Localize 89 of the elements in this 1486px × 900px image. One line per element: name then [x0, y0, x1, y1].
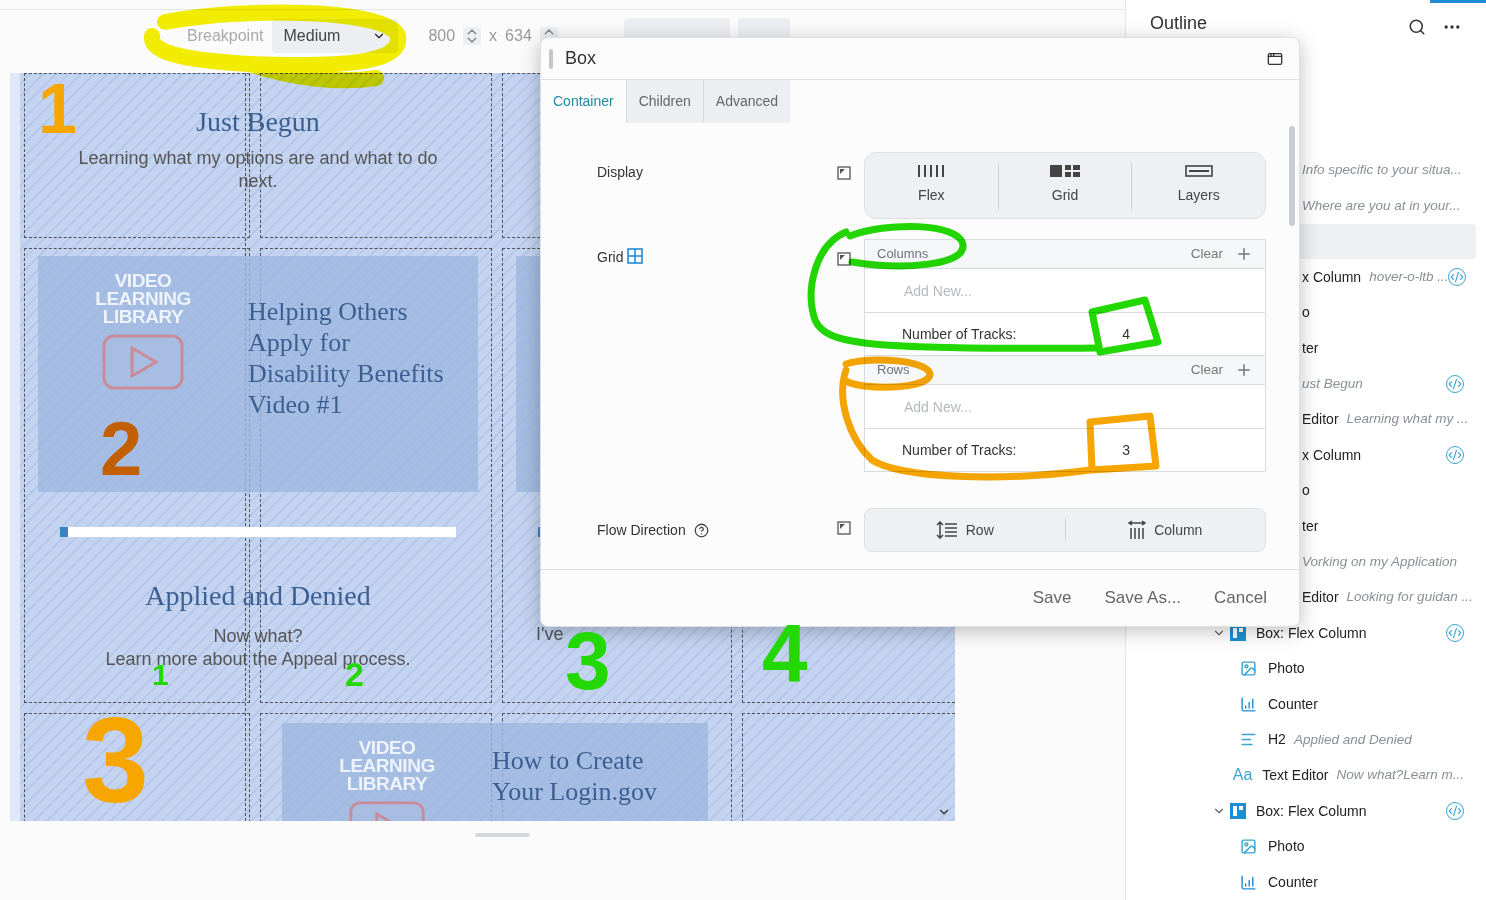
display-option[interactable]: Grid — [997, 161, 1132, 210]
handwritten-number: 3 — [565, 620, 611, 702]
add-icon[interactable] — [1235, 361, 1253, 379]
outline-label: o — [1302, 481, 1310, 501]
column-direction-icon — [1128, 520, 1147, 540]
video-title: How to Create Your Login.gov — [492, 745, 658, 808]
dialog-title: Box — [565, 47, 597, 70]
outline-note: ust Begun — [1302, 374, 1363, 393]
add-icon[interactable] — [1235, 245, 1253, 263]
outline-label: Box: Flex Column — [1256, 623, 1367, 643]
size-separator: x — [489, 26, 498, 46]
outline-item[interactable]: Counter — [1126, 686, 1476, 723]
handwritten-number: 2 — [100, 411, 143, 487]
box-layout-icon — [1230, 803, 1246, 819]
outline-item[interactable]: H2 Applied and Denied — [1126, 722, 1476, 758]
handwritten-number: 3 — [82, 700, 149, 820]
section-heading: Just Begun — [196, 105, 320, 139]
toggle-icon[interactable] — [837, 252, 851, 266]
direction-option[interactable]: Row — [865, 518, 1065, 542]
outline-label: Counter — [1268, 872, 1318, 892]
video-title: Helping Others Apply for Disability Benefits Video #1 — [248, 296, 445, 421]
field-label: Grid — [597, 248, 624, 267]
display-option[interactable]: Layers — [1131, 161, 1265, 210]
outline-item[interactable]: Counter — [1126, 864, 1476, 900]
outline-label: Counter — [1268, 694, 1318, 714]
toggle-icon[interactable] — [837, 166, 851, 180]
bar-chart-icon — [1240, 695, 1257, 713]
outline-note: Learning what my ... — [1346, 410, 1469, 429]
outline-item[interactable]: Photo — [1126, 828, 1476, 865]
outline-label: Photo — [1268, 837, 1305, 857]
outline-item[interactable]: Photo — [1126, 650, 1476, 687]
outline-note: Info specific to your situa... — [1302, 161, 1462, 180]
tracks-label: Number of Tracks: — [902, 440, 1017, 460]
dialog-tab[interactable]: Advanced — [702, 80, 791, 123]
outline-label: o — [1302, 303, 1310, 323]
dialog-tab[interactable]: Children — [625, 80, 703, 123]
outline-label: x Column — [1302, 267, 1362, 287]
bars-icon — [916, 165, 947, 177]
tracks-value[interactable]: 3 — [1122, 439, 1130, 461]
card-text: I've — [536, 623, 565, 646]
stepper-icon[interactable] — [463, 27, 482, 45]
bar-chart-icon — [1240, 873, 1257, 891]
search-icon[interactable] — [1408, 17, 1426, 36]
help-icon[interactable] — [693, 522, 709, 538]
maximize-icon[interactable] — [1267, 50, 1283, 67]
thumbnail-caption: VIDEO LEARNING LIBRARY — [94, 272, 192, 326]
footer-button[interactable]: Save — [1032, 585, 1072, 611]
clear-button[interactable]: Clear — [1190, 359, 1223, 381]
layers-icon — [1184, 165, 1213, 177]
toggle-icon[interactable] — [837, 521, 851, 535]
tracks-label: Number of Tracks: — [902, 324, 1017, 344]
outline-note: Now what?Learn m... — [1336, 766, 1464, 785]
thumbnail-caption: VIDEO LEARNING LIBRARY — [338, 739, 436, 793]
outline-label: Photo — [1268, 659, 1305, 679]
outline-item[interactable]: Box: Flex Column — [1126, 793, 1476, 829]
section-title: Columns — [877, 245, 929, 264]
grid-blocks-icon — [1050, 165, 1080, 177]
grid-icon — [627, 248, 644, 264]
outline-label: Box: Flex Column — [1256, 801, 1367, 821]
panel-title: Outline — [1150, 11, 1208, 35]
outline-note: hover-o-ltb ... — [1369, 268, 1449, 286]
outline-label: ter — [1302, 338, 1319, 358]
photo-icon — [1240, 660, 1257, 678]
outline-label: Text Editor — [1262, 765, 1329, 785]
footer-button[interactable]: Cancel — [1214, 585, 1267, 611]
section-text: Learning what my options are and what to do next. — [77, 147, 439, 193]
outline-label: Editor — [1302, 410, 1339, 429]
outline-note: Looking for guidan ... — [1346, 588, 1473, 607]
tracks-value[interactable]: 4 — [1122, 323, 1130, 345]
outline-label: x Column — [1302, 445, 1362, 465]
outline-label: Editor — [1302, 587, 1339, 607]
outline-note: Vorking on my Application — [1302, 552, 1458, 571]
footer-button[interactable]: Save As... — [1104, 585, 1182, 611]
play-button-icon — [102, 334, 184, 390]
outline-item[interactable]: Aa Text Editor Now what?Learn m... — [1126, 757, 1476, 794]
photo-icon — [1240, 838, 1257, 856]
field-label: Display — [597, 163, 644, 182]
direction-option[interactable]: Column — [1064, 518, 1265, 542]
handwritten-number: 1 — [38, 74, 77, 144]
text-glyph-icon: Aa — [1232, 763, 1253, 788]
handwritten-number: 4 — [762, 612, 808, 694]
outline-label: H2 — [1268, 730, 1286, 750]
row-direction-icon — [935, 521, 958, 539]
field-label: Flow Direction — [597, 520, 686, 540]
progress-track[interactable] — [60, 527, 456, 537]
breakpoint-label: Breakpoint — [187, 26, 264, 46]
section-title: Rows — [877, 361, 910, 380]
display-option[interactable]: Flex — [865, 161, 998, 210]
outline-note: Applied and Denied — [1293, 730, 1412, 749]
